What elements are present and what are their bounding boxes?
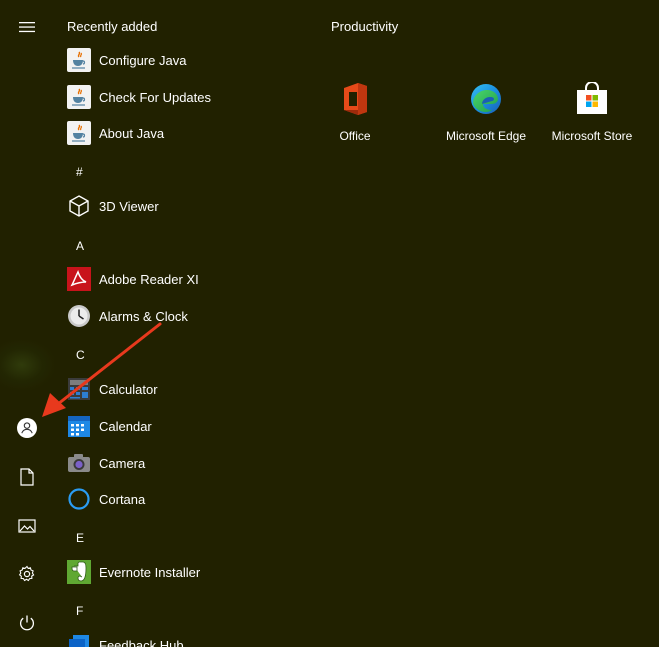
letter-header-hash[interactable]: #: [76, 165, 83, 179]
camera-icon: [66, 450, 92, 476]
letter-header-e[interactable]: E: [76, 531, 84, 545]
background-texture: [0, 340, 54, 390]
app-label: Evernote Installer: [99, 564, 201, 580]
app-item-check-for-updates[interactable]: Check For Updates: [66, 82, 296, 112]
recently-added-heading: Recently added: [67, 19, 158, 34]
edge-icon: [467, 80, 505, 118]
start-menu: Recently added Configure Java Check For …: [0, 0, 659, 647]
user-account-button[interactable]: [8, 409, 46, 447]
documents-button[interactable]: [8, 458, 46, 496]
app-label: Check For Updates: [99, 89, 211, 105]
productivity-group-title[interactable]: Productivity: [331, 19, 398, 34]
hamburger-menu-icon: [19, 22, 35, 33]
tile-label: Microsoft Store: [551, 129, 633, 143]
tile-office[interactable]: Office: [305, 76, 405, 156]
settings-gear-icon: [18, 565, 35, 582]
store-icon: [573, 80, 611, 118]
app-item-calendar[interactable]: Calendar: [66, 411, 296, 441]
app-label: Configure Java: [99, 52, 187, 68]
cortana-icon: [66, 486, 92, 512]
app-item-camera[interactable]: Camera: [66, 448, 296, 478]
office-icon: [336, 80, 374, 118]
app-item-calculator[interactable]: Calculator: [66, 374, 296, 404]
tile-microsoft-edge[interactable]: Microsoft Edge: [436, 76, 536, 156]
pictures-icon: [18, 519, 36, 533]
expand-menu-button[interactable]: [8, 8, 46, 46]
all-apps-list: Recently added Configure Java Check For …: [60, 0, 310, 647]
start-rail: [0, 0, 54, 647]
clock-icon: [66, 303, 92, 329]
tile-label: Microsoft Edge: [445, 129, 527, 143]
app-label: Feedback Hub: [99, 637, 184, 647]
calculator-icon: [66, 376, 92, 402]
calendar-icon: [66, 413, 92, 439]
settings-button[interactable]: [8, 555, 46, 593]
documents-icon: [20, 468, 34, 486]
feedback-hub-icon: [66, 632, 92, 647]
letter-header-f[interactable]: F: [76, 604, 83, 618]
app-item-configure-java[interactable]: Configure Java: [66, 45, 296, 75]
app-item-evernote-installer[interactable]: Evernote Installer: [66, 557, 296, 587]
app-item-3d-viewer[interactable]: 3D Viewer: [66, 191, 296, 221]
app-item-alarms-clock[interactable]: Alarms & Clock: [66, 301, 296, 331]
app-label: Adobe Reader XI: [99, 271, 199, 287]
app-item-about-java[interactable]: About Java: [66, 118, 296, 148]
productivity-group: Productivity Office Microsoft Edge Micro…: [331, 0, 651, 160]
cube-icon: [66, 193, 92, 219]
adobe-reader-icon: [66, 266, 92, 292]
app-label: Calendar: [99, 418, 152, 434]
evernote-icon: [66, 559, 92, 585]
tile-microsoft-store[interactable]: Microsoft Store: [542, 76, 642, 156]
power-button[interactable]: [8, 604, 46, 642]
app-label: 3D Viewer: [99, 198, 159, 214]
app-label: Cortana: [99, 491, 146, 507]
app-label: Calculator: [99, 381, 158, 397]
user-account-icon: [17, 418, 37, 438]
app-label: Camera: [99, 455, 146, 471]
letter-header-a[interactable]: A: [76, 239, 84, 253]
app-item-feedback-hub[interactable]: Feedback Hub: [66, 630, 296, 647]
java-icon: [66, 84, 92, 110]
power-icon: [19, 615, 35, 631]
java-icon: [66, 120, 92, 146]
app-item-cortana[interactable]: Cortana: [66, 484, 296, 514]
letter-header-c[interactable]: C: [76, 348, 85, 362]
java-icon: [66, 47, 92, 73]
pictures-button[interactable]: [8, 507, 46, 545]
app-item-adobe-reader[interactable]: Adobe Reader XI: [66, 264, 296, 294]
app-label: Alarms & Clock: [99, 308, 188, 324]
tile-label: Office: [339, 129, 371, 143]
app-label: About Java: [99, 125, 165, 141]
